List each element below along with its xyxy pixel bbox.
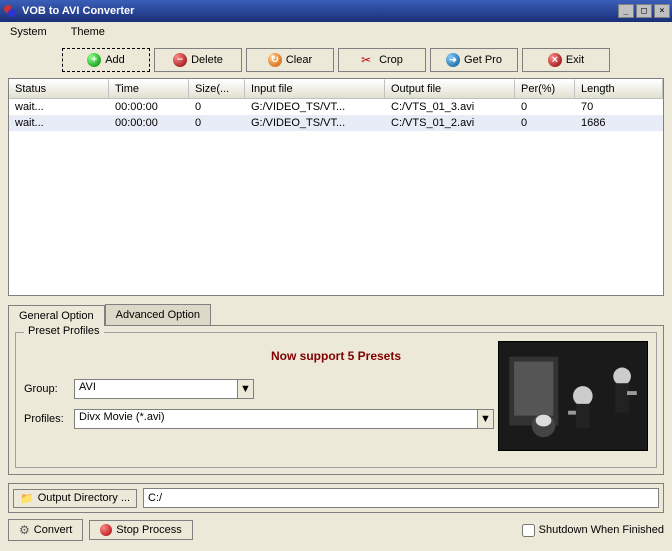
col-input[interactable]: Input file — [245, 79, 385, 98]
menu-theme[interactable]: Theme — [65, 24, 111, 40]
group-value: AVI — [74, 379, 238, 399]
convert-button[interactable]: Convert — [8, 519, 83, 541]
menubar: System Theme — [0, 22, 672, 42]
cell-size: 0 — [189, 115, 245, 131]
getpro-button[interactable]: Get Pro — [430, 48, 518, 72]
profiles-value: Divx Movie (*.avi) — [74, 409, 478, 429]
folder-icon — [20, 492, 34, 505]
titlebar: VOB to AVI Converter _ □ × — [0, 0, 672, 22]
exit-icon — [548, 53, 562, 67]
table-row[interactable]: wait...00:00:000G:/VIDEO_TS/VT...C:/VTS_… — [9, 99, 663, 115]
stop-label: Stop Process — [116, 524, 181, 536]
video-preview — [498, 341, 648, 451]
minimize-button[interactable]: _ — [618, 4, 634, 18]
cell-length: 70 — [575, 99, 663, 115]
col-status[interactable]: Status — [9, 79, 109, 98]
shutdown-checkbox[interactable] — [522, 524, 535, 537]
output-button-label: Output Directory ... — [38, 492, 130, 504]
profiles-select[interactable]: Divx Movie (*.avi) ▼ — [74, 409, 494, 429]
cell-status: wait... — [9, 99, 109, 115]
output-directory-button[interactable]: Output Directory ... — [13, 489, 137, 508]
window-title: VOB to AVI Converter — [22, 5, 618, 17]
preset-fieldset: Preset Profiles Now support 5 Presets Gr… — [15, 332, 657, 468]
window-controls: _ □ × — [618, 4, 670, 18]
crop-label: Crop — [379, 54, 403, 66]
preset-legend: Preset Profiles — [24, 325, 104, 337]
delete-button[interactable]: Delete — [154, 48, 242, 72]
tab-general[interactable]: General Option — [8, 305, 105, 326]
app-icon — [2, 3, 18, 19]
table-row[interactable]: wait...00:00:000G:/VIDEO_TS/VT...C:/VTS_… — [9, 115, 663, 131]
chevron-down-icon[interactable]: ▼ — [478, 409, 494, 429]
group-select[interactable]: AVI ▼ — [74, 379, 254, 399]
clear-label: Clear — [286, 54, 312, 66]
cell-input: G:/VIDEO_TS/VT... — [245, 99, 385, 115]
tab-advanced[interactable]: Advanced Option — [105, 304, 211, 325]
group-label: Group: — [24, 383, 70, 395]
cell-time: 00:00:00 — [109, 115, 189, 131]
col-length[interactable]: Length — [575, 79, 663, 98]
col-time[interactable]: Time — [109, 79, 189, 98]
stop-button[interactable]: Stop Process — [89, 520, 192, 540]
cell-input: G:/VIDEO_TS/VT... — [245, 115, 385, 131]
convert-label: Convert — [34, 524, 73, 536]
output-row: Output Directory ... — [8, 483, 664, 513]
col-per[interactable]: Per(%) — [515, 79, 575, 98]
bottom-area: Output Directory ... Convert Stop Proces… — [8, 483, 664, 541]
cell-per: 0 — [515, 99, 575, 115]
maximize-button[interactable]: □ — [636, 4, 652, 18]
clear-icon — [268, 53, 282, 67]
cell-output: C:/VTS_01_3.avi — [385, 99, 515, 115]
toolbar: Add Delete Clear Crop Get Pro Exit — [8, 48, 664, 72]
close-button[interactable]: × — [654, 4, 670, 18]
add-icon — [87, 53, 101, 67]
menu-system[interactable]: System — [4, 24, 53, 40]
crop-icon — [361, 53, 375, 67]
gear-icon — [19, 523, 30, 537]
getpro-label: Get Pro — [464, 54, 502, 66]
delete-icon — [173, 53, 187, 67]
action-row: Convert Stop Process Shutdown When Finis… — [8, 519, 664, 541]
chevron-down-icon[interactable]: ▼ — [238, 379, 254, 399]
tab-content: Preset Profiles Now support 5 Presets Gr… — [8, 325, 664, 475]
add-label: Add — [105, 54, 125, 66]
profiles-label: Profiles: — [24, 413, 70, 425]
cell-size: 0 — [189, 99, 245, 115]
cell-time: 00:00:00 — [109, 99, 189, 115]
file-table[interactable]: Status Time Size(... Input file Output f… — [8, 78, 664, 296]
clear-button[interactable]: Clear — [246, 48, 334, 72]
table-header: Status Time Size(... Input file Output f… — [9, 79, 663, 99]
stop-icon — [100, 524, 112, 536]
shutdown-label: Shutdown When Finished — [539, 524, 664, 536]
cell-per: 0 — [515, 115, 575, 131]
delete-label: Delete — [191, 54, 223, 66]
cell-status: wait... — [9, 115, 109, 131]
exit-label: Exit — [566, 54, 584, 66]
cell-length: 1686 — [575, 115, 663, 131]
option-tabs: General Option Advanced Option — [8, 304, 664, 325]
output-path-input[interactable] — [143, 488, 659, 508]
col-output[interactable]: Output file — [385, 79, 515, 98]
cell-output: C:/VTS_01_2.avi — [385, 115, 515, 131]
crop-button[interactable]: Crop — [338, 48, 426, 72]
exit-button[interactable]: Exit — [522, 48, 610, 72]
shutdown-checkbox-row: Shutdown When Finished — [522, 524, 664, 537]
getpro-icon — [446, 53, 460, 67]
add-button[interactable]: Add — [62, 48, 150, 72]
col-size[interactable]: Size(... — [189, 79, 245, 98]
